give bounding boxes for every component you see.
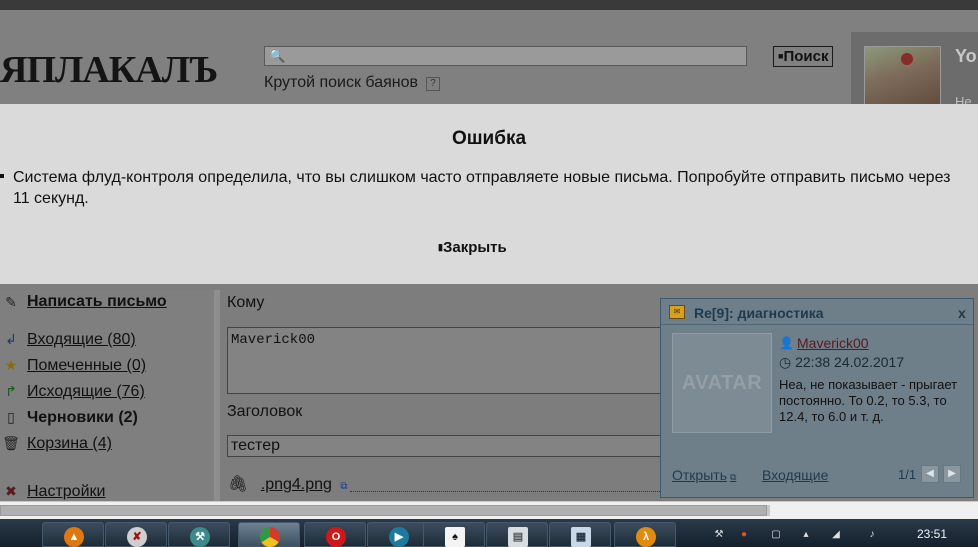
notification-title: Re[9]: диагностика [694, 305, 824, 321]
draft-icon: ▯ [7, 409, 15, 425]
sender-avatar: AVATAR [672, 333, 772, 433]
search-subtitle: Крутой поиск баянов? [264, 74, 441, 92]
clock-icon: ◷ [779, 354, 792, 370]
subject-field[interactable]: тестер [227, 435, 667, 457]
help-icon[interactable]: ? [426, 77, 441, 91]
notification-header: ✉ Re[9]: диагностика x [661, 299, 973, 325]
site-header: ЯПЛАКАЛЪ 🔍 ■Поиск Крутой поиск баянов? Y… [0, 10, 978, 112]
message-bullet [0, 174, 4, 178]
tray-arrow-icon[interactable]: ▴ [800, 529, 812, 541]
media-player-icon: ▶ [389, 527, 409, 547]
sidebar-item-outbox[interactable]: Исходящие (76) [27, 383, 145, 401]
outbox-icon: ↱ [5, 383, 17, 399]
search-button[interactable]: ■Поиск [773, 46, 834, 67]
attachment-link[interactable]: .png4.png [261, 476, 332, 493]
taskbar-opera[interactable]: O [304, 522, 366, 547]
settings-icon: ✖ [5, 483, 17, 499]
sidebar-item-flagged[interactable]: Помеченные (0) [27, 357, 146, 375]
error-dialog: Ошибка Система флуд-контроля определила,… [0, 104, 978, 284]
vlc-icon: ▲ [64, 527, 84, 547]
dialog-title: Ошибка [451, 128, 527, 149]
avatar-flower [901, 53, 913, 65]
subject-label: Заголовок [227, 403, 303, 420]
tray-network-icon[interactable]: ◢ [830, 529, 842, 541]
user-name[interactable]: Yo [955, 46, 977, 67]
taskbar-vlc[interactable]: ▲ [42, 522, 104, 547]
half-life-icon: λ [636, 527, 656, 547]
close-notification-button[interactable]: x [958, 305, 966, 321]
to-label: Кому [227, 294, 265, 311]
sidebar-item-trash[interactable]: Корзина (4) [27, 435, 112, 453]
user-icon: 👤 [779, 336, 794, 350]
sidebar-separator [214, 290, 220, 501]
search-subtitle-text: Крутой поиск баянов [264, 74, 419, 91]
taskbar-media-player[interactable]: ▶ [367, 522, 429, 547]
inbox-icon: ↲ [5, 331, 17, 347]
sender-link[interactable]: Maverick00 [797, 335, 869, 351]
open-message-label: Открыть [672, 467, 727, 483]
paperclip-icon: 🖇 [228, 476, 249, 493]
taskbar-calculator[interactable]: ▦ [549, 522, 611, 547]
message-time: ◷ 22:38 24.02.2017 [779, 354, 904, 371]
open-message-link[interactable]: Открыть ⧉ [672, 467, 736, 483]
search-input[interactable]: 🔍 [264, 46, 747, 66]
sidebar-item-settings[interactable]: Настройки [27, 483, 105, 501]
message-time-text: 22:38 24.02.2017 [795, 354, 905, 370]
windows-taskbar: ▲ ✘ ⚒ O ▶ ♠ ▤ ▦ λ ⚒ ● ▢ ▴ ◢ ♪ 23:51 [0, 519, 978, 547]
dialog-message: Система флуд-контроля определила, что вы… [13, 169, 951, 207]
top-strip [0, 0, 978, 10]
taskbar-half-life[interactable]: λ [614, 522, 676, 547]
tray-monitor-icon[interactable]: ▢ [770, 529, 782, 541]
taskbar-clock[interactable]: 23:51 [917, 527, 947, 541]
dotted-divider [350, 491, 670, 492]
chrome-icon [260, 527, 280, 547]
user-panel: Yo Не [851, 32, 978, 112]
tray-volume-icon[interactable]: ♪ [866, 529, 878, 541]
taskbar-chrome[interactable] [238, 522, 300, 547]
opera-icon: O [326, 527, 346, 547]
inbox-link[interactable]: Входящие [762, 467, 828, 483]
tray-recorder-icon[interactable]: ● [738, 529, 750, 541]
envelope-icon: ✉ [669, 305, 685, 319]
trash-icon: 🗑 [2, 435, 20, 451]
search-button-label: Поиск [783, 48, 829, 65]
external-link-icon: ⧉ [729, 472, 737, 482]
taskbar-solitaire[interactable]: ♠ [423, 522, 485, 547]
message-notification: ✉ Re[9]: диагностика x AVATAR 👤 Maverick… [660, 298, 974, 498]
previous-icon[interactable]: ◀ [921, 465, 939, 483]
sidebar-item-inbox[interactable]: Входящие (80) [27, 331, 136, 349]
site-logo[interactable]: ЯПЛАКАЛЪ [0, 50, 218, 90]
user-avatar[interactable] [864, 46, 941, 110]
page-counter: 1/1 [898, 467, 917, 482]
external-link-icon[interactable]: ⧉ [340, 481, 347, 492]
tray-app-icon[interactable]: ⚒ [713, 529, 725, 541]
star-icon: ★ [4, 357, 18, 373]
tool-icon: ⚒ [190, 527, 210, 547]
message-preview: Неа, не показывает - прыгает постоянно. … [779, 377, 958, 424]
sidebar-item-compose[interactable]: Написать письмо [27, 293, 167, 311]
taskbar-tool[interactable]: ⚒ [168, 522, 230, 547]
next-icon[interactable]: ▶ [943, 465, 961, 483]
close-dialog-label: Закрыть [442, 239, 507, 256]
sidebar-item-drafts[interactable]: Черновики (2) [27, 409, 138, 427]
taskbar-paint[interactable]: ✘ [105, 522, 167, 547]
calculator-icon: ▦ [571, 527, 591, 547]
search-icon: 🔍 [269, 48, 286, 63]
pencil-icon: ✎ [5, 294, 17, 310]
horizontal-scrollbar[interactable] [0, 501, 978, 519]
document-icon: ▤ [508, 527, 528, 547]
recipient-field[interactable]: Maverick00 [227, 327, 667, 394]
paint-icon: ✘ [127, 527, 147, 547]
attachment: 🖇 .png4.png ⧉ [228, 474, 348, 494]
solitaire-icon: ♠ [445, 527, 465, 547]
close-dialog-button[interactable]: ▮Закрыть [438, 239, 507, 256]
scroll-thumb[interactable] [0, 505, 767, 516]
taskbar-document[interactable]: ▤ [486, 522, 548, 547]
